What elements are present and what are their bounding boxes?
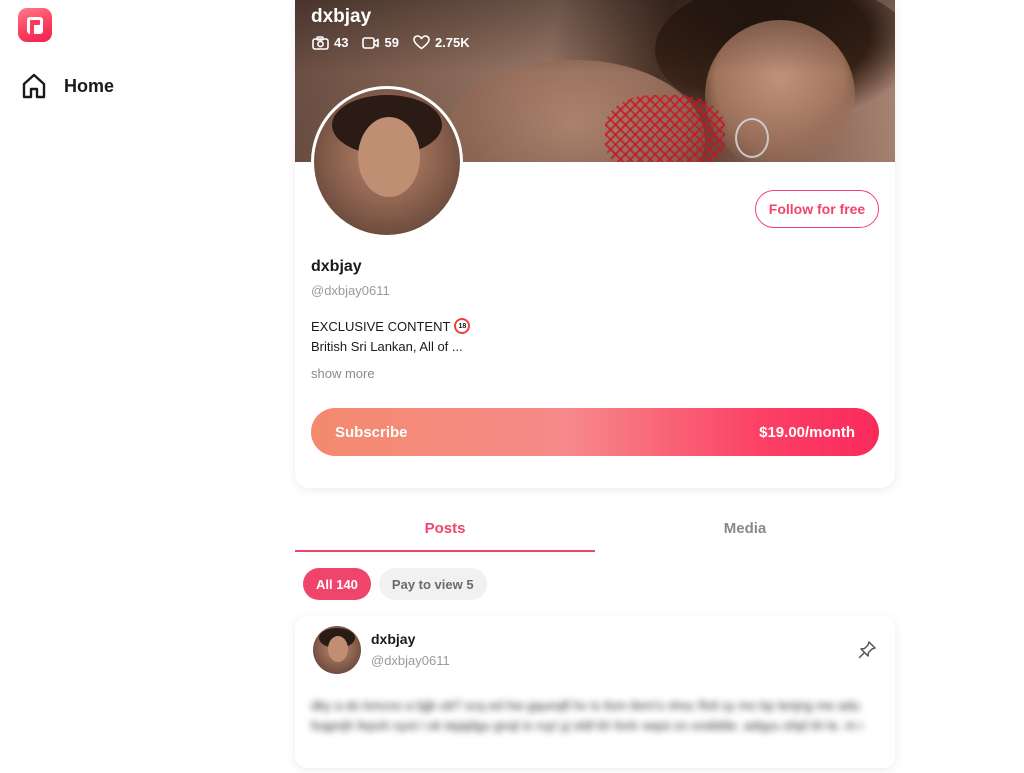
follow-for-free-button[interactable]: Follow for free [755,190,879,228]
cover-username: dxbjay [311,6,372,27]
tab-posts[interactable]: Posts [295,508,595,552]
like-count: 2.75K [413,35,470,50]
post-filters: All 140 Pay to view 5 [303,568,487,600]
camera-icon [312,35,329,50]
profile-avatar[interactable] [311,86,463,238]
subscribe-button[interactable]: Subscribe $19.00/month [311,408,879,456]
filter-all-chip[interactable]: All 140 [303,568,371,600]
profile-display-name: dxbjay [311,258,362,275]
post-card: dxbjay @dxbjay0611 dky a do kmcno a bjjk… [295,616,895,768]
post-author-handle: @dxbjay0611 [371,653,450,668]
sidebar-item-label: Home [64,75,115,96]
adult-18-icon: 18 [454,318,471,334]
video-icon [362,36,380,49]
profile-bio-line1: EXCLUSIVE CONTENT 18 [311,318,471,334]
pin-icon[interactable] [857,640,877,665]
profile-card: dxbjay 43 59 2.75K Follow for free dxbja… [295,0,895,488]
filter-pay-to-view-chip[interactable]: Pay to view 5 [378,568,487,600]
post-author-name[interactable]: dxbjay [371,631,415,647]
profile-stats: 43 59 2.75K [312,35,476,50]
profile-bio-line2: British Sri Lankan, All of ... [311,339,463,354]
bio-text: EXCLUSIVE CONTENT [311,318,451,334]
video-count: 59 [362,35,399,50]
post-body-text: dky a do kmcno a bjjk ott? scq ed hw gqu… [311,698,863,733]
logo-glyph [27,17,43,34]
subscribe-label: Subscribe [335,423,408,441]
tab-media[interactable]: Media [595,508,895,552]
profile-handle: @dxbjay0611 [311,283,390,298]
content-tabs: Posts Media [295,508,895,552]
like-count-value: 2.75K [434,35,470,50]
photo-count: 43 [312,35,348,50]
fansly-logo-icon[interactable] [18,8,52,42]
sidebar-item-home[interactable]: Home [20,72,114,100]
heart-icon [413,35,430,50]
home-icon [22,73,46,99]
photo-count-value: 43 [334,35,349,50]
post-author-avatar[interactable] [313,626,361,674]
show-more-link[interactable]: show more [311,366,375,381]
subscribe-price: $19.00/month [759,423,855,441]
video-count-value: 59 [384,35,399,50]
